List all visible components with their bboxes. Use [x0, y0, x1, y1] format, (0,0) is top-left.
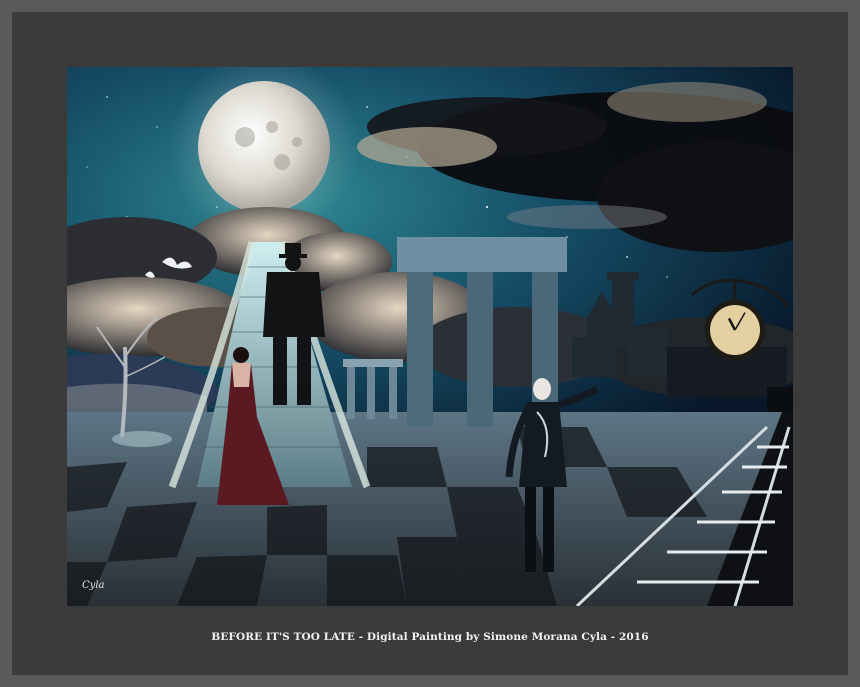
artist-signature: Cyla: [82, 580, 105, 591]
full-moon: [198, 81, 330, 213]
painting-caption: BEFORE IT'S TOO LATE - Digital Painting …: [211, 631, 649, 643]
digital-painting: [67, 67, 793, 606]
painting-canvas: [67, 67, 793, 606]
